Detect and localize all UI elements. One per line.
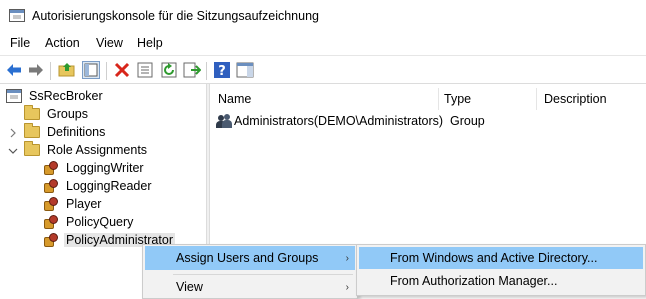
folder-icon bbox=[24, 123, 40, 138]
tree-item-label: Role Assignments bbox=[47, 143, 148, 157]
menu-bar: File Action View Help bbox=[0, 32, 646, 54]
role-assignment-icon bbox=[43, 196, 59, 212]
help-icon[interactable]: ? bbox=[213, 61, 231, 79]
chevron-right-icon[interactable] bbox=[8, 128, 18, 138]
context-item-label: View bbox=[176, 280, 203, 294]
folder-icon bbox=[24, 105, 40, 120]
folder-up-icon[interactable] bbox=[58, 61, 76, 79]
back-arrow-icon[interactable] bbox=[5, 61, 23, 79]
submenu-item-label: From Authorization Manager... bbox=[390, 274, 558, 288]
menu-view[interactable]: View bbox=[96, 36, 123, 50]
context-item-view[interactable]: View › bbox=[145, 275, 355, 299]
title-bar: Autorisierungskonsole für die Sitzungsau… bbox=[0, 0, 646, 32]
context-item-label: Assign Users and Groups bbox=[176, 251, 319, 265]
delete-icon[interactable] bbox=[113, 61, 131, 79]
tree-item-label: Player bbox=[66, 197, 102, 211]
chevron-right-icon: › bbox=[345, 252, 349, 264]
tree-item-role[interactable]: LoggingWriter bbox=[43, 159, 146, 177]
console-window-icon bbox=[9, 9, 25, 22]
column-header-description[interactable]: Description bbox=[544, 92, 607, 106]
refresh-icon[interactable] bbox=[160, 61, 178, 79]
tree-item-label: LoggingWriter bbox=[66, 161, 144, 175]
submenu-item-label: From Windows and Active Directory... bbox=[390, 251, 598, 265]
role-assignment-icon bbox=[43, 160, 59, 176]
tree-item-groups[interactable]: Groups bbox=[24, 105, 90, 123]
tree-item-root[interactable]: SsRecBroker bbox=[6, 87, 105, 105]
tree-item-label: Definitions bbox=[47, 125, 106, 139]
role-assignment-icon bbox=[43, 178, 59, 194]
forward-arrow-icon[interactable] bbox=[27, 61, 45, 79]
show-hide-tree-icon[interactable] bbox=[82, 61, 100, 79]
tree-item-label: SsRecBroker bbox=[29, 89, 103, 103]
toolbar-separator bbox=[206, 62, 207, 80]
context-menu: Assign Users and Groups › View › bbox=[142, 244, 358, 299]
column-header-name[interactable]: Name bbox=[218, 92, 251, 106]
tree-item-role[interactable]: PolicyQuery bbox=[43, 213, 135, 231]
chevron-right-icon: › bbox=[345, 281, 349, 293]
context-item-assign-users-groups[interactable]: Assign Users and Groups › bbox=[145, 246, 355, 270]
role-assignment-icon bbox=[43, 232, 59, 248]
menu-action[interactable]: Action bbox=[45, 36, 80, 50]
toolbar-separator bbox=[50, 62, 51, 80]
list-item-name: Administrators(DEMO\Administrators) bbox=[234, 114, 444, 128]
list-item[interactable]: Administrators(DEMO\Administrators) Grou… bbox=[216, 112, 636, 130]
tree-item-label: LoggingReader bbox=[66, 179, 152, 193]
tree-item-role[interactable]: LoggingReader bbox=[43, 177, 154, 195]
menu-help[interactable]: Help bbox=[137, 36, 163, 50]
properties-icon[interactable] bbox=[136, 61, 154, 79]
column-divider[interactable] bbox=[438, 88, 439, 110]
action-pane-icon[interactable] bbox=[236, 61, 254, 79]
column-divider[interactable] bbox=[536, 88, 537, 110]
console-root-icon bbox=[6, 89, 22, 103]
chevron-down-icon[interactable] bbox=[8, 146, 18, 156]
user-group-icon bbox=[216, 113, 232, 129]
role-assignment-icon bbox=[43, 214, 59, 230]
tree-item-role-assignments[interactable]: Role Assignments bbox=[24, 141, 149, 159]
toolbar: ? bbox=[0, 55, 646, 83]
toolbar-separator bbox=[106, 62, 107, 80]
svg-text:?: ? bbox=[218, 64, 226, 79]
menu-file[interactable]: File bbox=[10, 36, 30, 50]
submenu-item-authorization-manager[interactable]: From Authorization Manager... bbox=[359, 270, 643, 292]
window-title: Autorisierungskonsole für die Sitzungsau… bbox=[32, 9, 319, 23]
folder-icon bbox=[24, 141, 40, 156]
export-list-icon[interactable] bbox=[183, 61, 201, 79]
submenu-item-windows-ad[interactable]: From Windows and Active Directory... bbox=[359, 247, 643, 269]
tree-item-label: Groups bbox=[47, 107, 88, 121]
tree-item-role[interactable]: Player bbox=[43, 195, 103, 213]
column-header-type[interactable]: Type bbox=[444, 92, 471, 106]
list-item-type: Group bbox=[450, 114, 485, 128]
tree-item-label: PolicyQuery bbox=[66, 215, 134, 229]
tree-item-definitions[interactable]: Definitions bbox=[24, 123, 107, 141]
submenu: From Windows and Active Directory... Fro… bbox=[356, 244, 646, 296]
